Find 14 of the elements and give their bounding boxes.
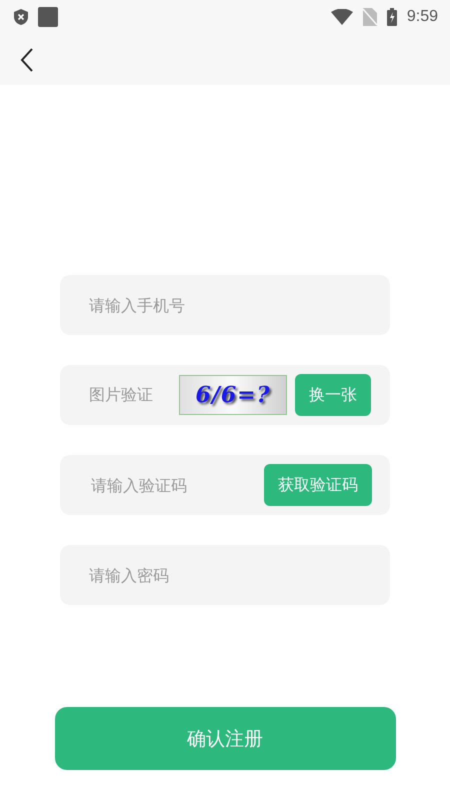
battery-icon bbox=[386, 8, 397, 26]
captcha-label: 图片验证 bbox=[89, 384, 154, 406]
refresh-captcha-button[interactable]: 换一张 bbox=[295, 374, 371, 416]
wifi-icon bbox=[330, 9, 353, 25]
password-input-field[interactable]: 请输入密码 bbox=[60, 545, 390, 605]
phone-input-field[interactable]: 请输入手机号 bbox=[60, 275, 390, 335]
confirm-register-button[interactable]: 确认注册 bbox=[54, 707, 396, 770]
shield-icon bbox=[14, 9, 28, 25]
app-icon bbox=[38, 7, 58, 27]
captcha-image[interactable]: 6/6=? bbox=[179, 375, 287, 415]
status-time: 9:59 bbox=[406, 8, 438, 26]
code-input-field[interactable]: 请输入验证码 获取验证码 bbox=[60, 455, 390, 515]
no-sim-icon bbox=[362, 8, 377, 26]
get-code-button[interactable]: 获取验证码 bbox=[264, 464, 372, 506]
